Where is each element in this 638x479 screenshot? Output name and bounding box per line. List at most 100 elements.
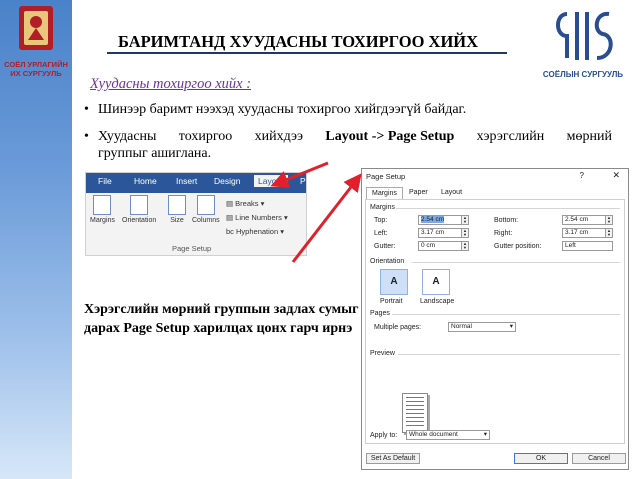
portrait-option[interactable]: A: [380, 269, 408, 295]
top-margin-value: 2.54 cm: [421, 216, 445, 223]
chevron-down-icon: ▾: [258, 199, 265, 208]
pages-section-label: Pages: [370, 310, 390, 317]
right-margin-spinner[interactable]: ▲ ▼: [606, 228, 613, 238]
margins-panel: Margins Top: 2.54 cm ▲ ▼ Bottom: 2.54 cm …: [365, 199, 625, 444]
word-ribbon: File Home Insert Design Layout P Margins…: [85, 172, 307, 256]
bullet-word: Хуудасны: [98, 129, 157, 144]
ribbon-tab-home[interactable]: Home: [134, 176, 157, 186]
bullet-text-2-line-1: Хуудасны тохиргоо хийхдээ Layout -> Page…: [98, 128, 612, 145]
explanation-note: Хэрэгслийн мөрний группын задлах сумыг д…: [84, 302, 359, 336]
page-setup-group-label: Page Setup: [172, 244, 212, 253]
multiple-pages-label: Multiple pages:: [374, 324, 422, 331]
gutter-position-select[interactable]: Left: [562, 241, 613, 251]
line-numbers-icon: ▤: [226, 213, 236, 222]
help-icon[interactable]: ?: [580, 171, 584, 180]
preview-section-label: Preview: [370, 350, 395, 357]
top-label: Top:: [374, 217, 388, 224]
dialog-tab-paper[interactable]: Paper: [404, 187, 433, 198]
section-divider: [396, 208, 620, 209]
margins-section-label: Margins: [370, 204, 395, 211]
multiple-pages-select[interactable]: Normal ▾: [448, 322, 516, 332]
ribbon-tab-layout[interactable]: Layout: [254, 175, 288, 187]
bullet-word: тохиргоо: [178, 129, 233, 144]
bullet-bold-command: Layout -> Page Setup: [325, 129, 455, 144]
ribbon-tab-insert[interactable]: Insert: [176, 176, 197, 186]
size-label: Size: [170, 217, 184, 224]
margins-label: Margins: [90, 217, 115, 224]
left-logo-text: СОЁЛ УРЛАГИЙН ИХ СУРГУУЛЬ: [4, 60, 68, 78]
gutter-input[interactable]: 0 cm: [418, 241, 462, 251]
left-margin-spinner[interactable]: ▲ ▼: [462, 228, 469, 238]
margins-button[interactable]: Margins: [90, 195, 115, 224]
chevron-down-icon: ▾: [278, 227, 284, 236]
ribbon-tab-file[interactable]: File: [98, 176, 112, 186]
apply-to-select[interactable]: Whole document ▾: [406, 430, 490, 440]
right-label: Right:: [494, 230, 513, 237]
page-title: БАРИМТАНД ХУУДАСНЫ ТОХИРГОО ХИЙХ: [118, 32, 479, 51]
landscape-option[interactable]: A: [422, 269, 450, 295]
columns-button[interactable]: Columns: [192, 195, 220, 224]
top-margin-input[interactable]: 2.54 cm: [418, 215, 462, 225]
bottom-margin-spinner[interactable]: ▲ ▼: [606, 215, 613, 225]
size-button[interactable]: Size: [168, 195, 186, 224]
dialog-titlebar: Page Setup ? ✕: [362, 169, 628, 185]
breaks-label: Breaks: [235, 199, 259, 208]
gutter-label: Gutter:: [374, 243, 396, 250]
landscape-label: Landscape: [420, 298, 455, 305]
bullet-word: хийхдээ: [254, 129, 304, 144]
dialog-tab-margins[interactable]: Margins: [366, 187, 403, 199]
bottom-label: Bottom:: [494, 217, 519, 224]
close-icon[interactable]: ✕: [612, 170, 620, 181]
chevron-down-icon: ▾: [483, 431, 487, 438]
multiple-pages-value: Normal: [451, 323, 472, 330]
line-numbers-button[interactable]: ▤ Line Numbers ▾: [226, 213, 288, 222]
ribbon-tab-design[interactable]: Design: [214, 176, 240, 186]
right-margin-input[interactable]: 3.17 cm: [562, 228, 606, 238]
bullet-text-2-line-2: группыг ашиглана.: [98, 146, 212, 161]
portrait-label: Portrait: [380, 298, 403, 305]
university-emblem-icon: [19, 6, 53, 50]
left-logo: СОЁЛ УРЛАГИЙН ИХ СУРГУУЛЬ: [4, 4, 68, 88]
hyphenation-button[interactable]: bc Hyphenation ▾: [226, 227, 284, 236]
bullet-dot: •: [84, 102, 89, 117]
hyphenation-label: Hyphenation: [236, 227, 279, 236]
landscape-page-icon: A: [432, 276, 440, 287]
orientation-button[interactable]: Orientation: [122, 195, 156, 224]
left-margin-input[interactable]: 3.17 cm: [418, 228, 462, 238]
apply-to-value: Whole document: [409, 431, 458, 438]
columns-icon: [196, 195, 215, 215]
top-margin-spinner[interactable]: ▲ ▼: [462, 215, 469, 225]
school-logo-icon: [556, 11, 613, 60]
gutter-spinner[interactable]: ▲ ▼: [462, 241, 469, 251]
bullet-dot: •: [84, 129, 89, 144]
bottom-margin-input[interactable]: 2.54 cm: [562, 215, 606, 225]
hyphenation-icon: bc: [226, 227, 237, 236]
bullet-word: хэрэгслийн: [476, 129, 545, 144]
right-logo: СОЁЛЫН СУРГУУЛЬ: [537, 6, 629, 86]
ok-button[interactable]: OK: [514, 453, 568, 464]
bullet-text-1: Шинээр баримт нээхэд хуудасны тохиргоо х…: [98, 102, 467, 117]
page-setup-dialog: Page Setup ? ✕ Margins Paper Layout Marg…: [361, 168, 629, 470]
apply-to-label: Apply to:: [370, 432, 398, 439]
dialog-tab-layout[interactable]: Layout: [436, 187, 467, 198]
section-subtitle: Хуудасны тохиргоо хийх :: [90, 76, 252, 92]
margins-icon: [93, 195, 112, 215]
columns-label: Columns: [192, 217, 220, 224]
chevron-down-icon: ▾: [509, 323, 513, 330]
ribbon-tab-more[interactable]: P: [300, 176, 306, 186]
right-logo-text: СОЁЛЫН СУРГУУЛЬ: [542, 70, 624, 79]
orientation-icon: [130, 195, 149, 215]
cancel-button[interactable]: Cancel: [572, 453, 626, 464]
breaks-button[interactable]: ▤ Breaks ▾: [226, 199, 264, 208]
section-divider: [392, 314, 620, 315]
breaks-icon: ▤: [226, 199, 236, 208]
section-divider: [412, 262, 620, 263]
set-as-default-button[interactable]: Set As Default: [366, 453, 420, 464]
title-underline: [107, 52, 507, 54]
section-divider: [398, 354, 620, 355]
left-label: Left:: [374, 230, 388, 237]
dialog-title: Page Setup: [366, 172, 406, 181]
gutter-position-label: Gutter position:: [494, 243, 542, 250]
chevron-down-icon: ▾: [281, 213, 288, 222]
page-preview: [402, 393, 428, 433]
